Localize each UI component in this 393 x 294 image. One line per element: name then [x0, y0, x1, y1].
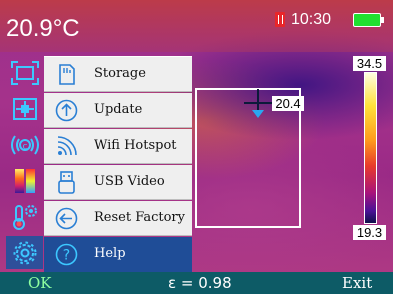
menu-item-usb-video[interactable]: USB Video: [44, 165, 192, 200]
svg-text:c: c: [22, 142, 27, 152]
menu-label-reset-factory: Reset Factory: [94, 210, 185, 225]
menu-item-update[interactable]: Update: [44, 93, 192, 128]
usb-icon: [58, 171, 75, 194]
update-icon: [55, 99, 78, 122]
scale-max-label: 34.5: [353, 56, 386, 71]
battery-icon: [353, 13, 384, 27]
help-icon: ?: [55, 243, 78, 266]
menu-label-wifi-hotspot: Wifi Hotspot: [94, 138, 177, 153]
menu-item-storage[interactable]: Storage: [44, 57, 192, 92]
color-scale-bar: [364, 72, 377, 224]
color-palette-icon: [14, 168, 35, 193]
center-point-icon: [12, 97, 37, 120]
menu-item-reset-factory[interactable]: Reset Factory: [44, 201, 192, 236]
reset-icon: [55, 207, 78, 230]
menu-item-wifi-hotspot[interactable]: Wifi Hotspot: [44, 129, 192, 164]
emissivity-value: ε = 0.98: [168, 274, 232, 292]
menu-label-update: Update: [94, 102, 143, 117]
spot-temperature-label: 20.4: [272, 96, 304, 111]
settings-menu: Storage Update Wifi Hotspot USB Video Re…: [44, 56, 192, 272]
status-bar: 20.9°C 10:30: [0, 0, 393, 52]
exit-button[interactable]: Exit: [342, 274, 372, 292]
thermal-camera-screen: 20.9°C 10:30 20.4 34.5 19.3 c Storage Up…: [0, 0, 393, 294]
menu-item-help[interactable]: ? Help: [44, 237, 192, 272]
sidebar-item-temperature-settings[interactable]: [6, 200, 43, 233]
sidebar-item-emissivity[interactable]: c: [6, 128, 43, 161]
menu-label-help: Help: [94, 246, 126, 261]
sidebar-item-area[interactable]: [6, 56, 43, 89]
area-measure-icon: [10, 60, 39, 85]
storage-icon: [59, 64, 75, 85]
clock: 10:30: [291, 11, 332, 28]
settings-gear-icon: [13, 241, 36, 264]
menu-label-storage: Storage: [94, 66, 146, 81]
ok-button[interactable]: OK: [28, 274, 52, 292]
sidebar-item-center-point[interactable]: [6, 92, 43, 125]
softkey-bar: OK ε = 0.98 Exit: [0, 272, 393, 294]
center-temperature-readout: 20.9°C: [6, 15, 80, 42]
crosshair-icon: [244, 88, 272, 118]
menu-label-usb-video: USB Video: [94, 174, 165, 189]
svg-text:?: ?: [63, 248, 70, 264]
scale-min-label: 19.3: [353, 225, 386, 240]
sidebar-item-settings[interactable]: [6, 236, 43, 269]
function-sidebar: c: [6, 56, 44, 272]
sidebar-item-palette[interactable]: [6, 164, 43, 197]
temperature-settings-icon: [12, 204, 37, 230]
emissivity-icon: c: [10, 134, 39, 155]
wifi-icon: [57, 136, 77, 156]
sd-card-icon: [275, 12, 285, 27]
